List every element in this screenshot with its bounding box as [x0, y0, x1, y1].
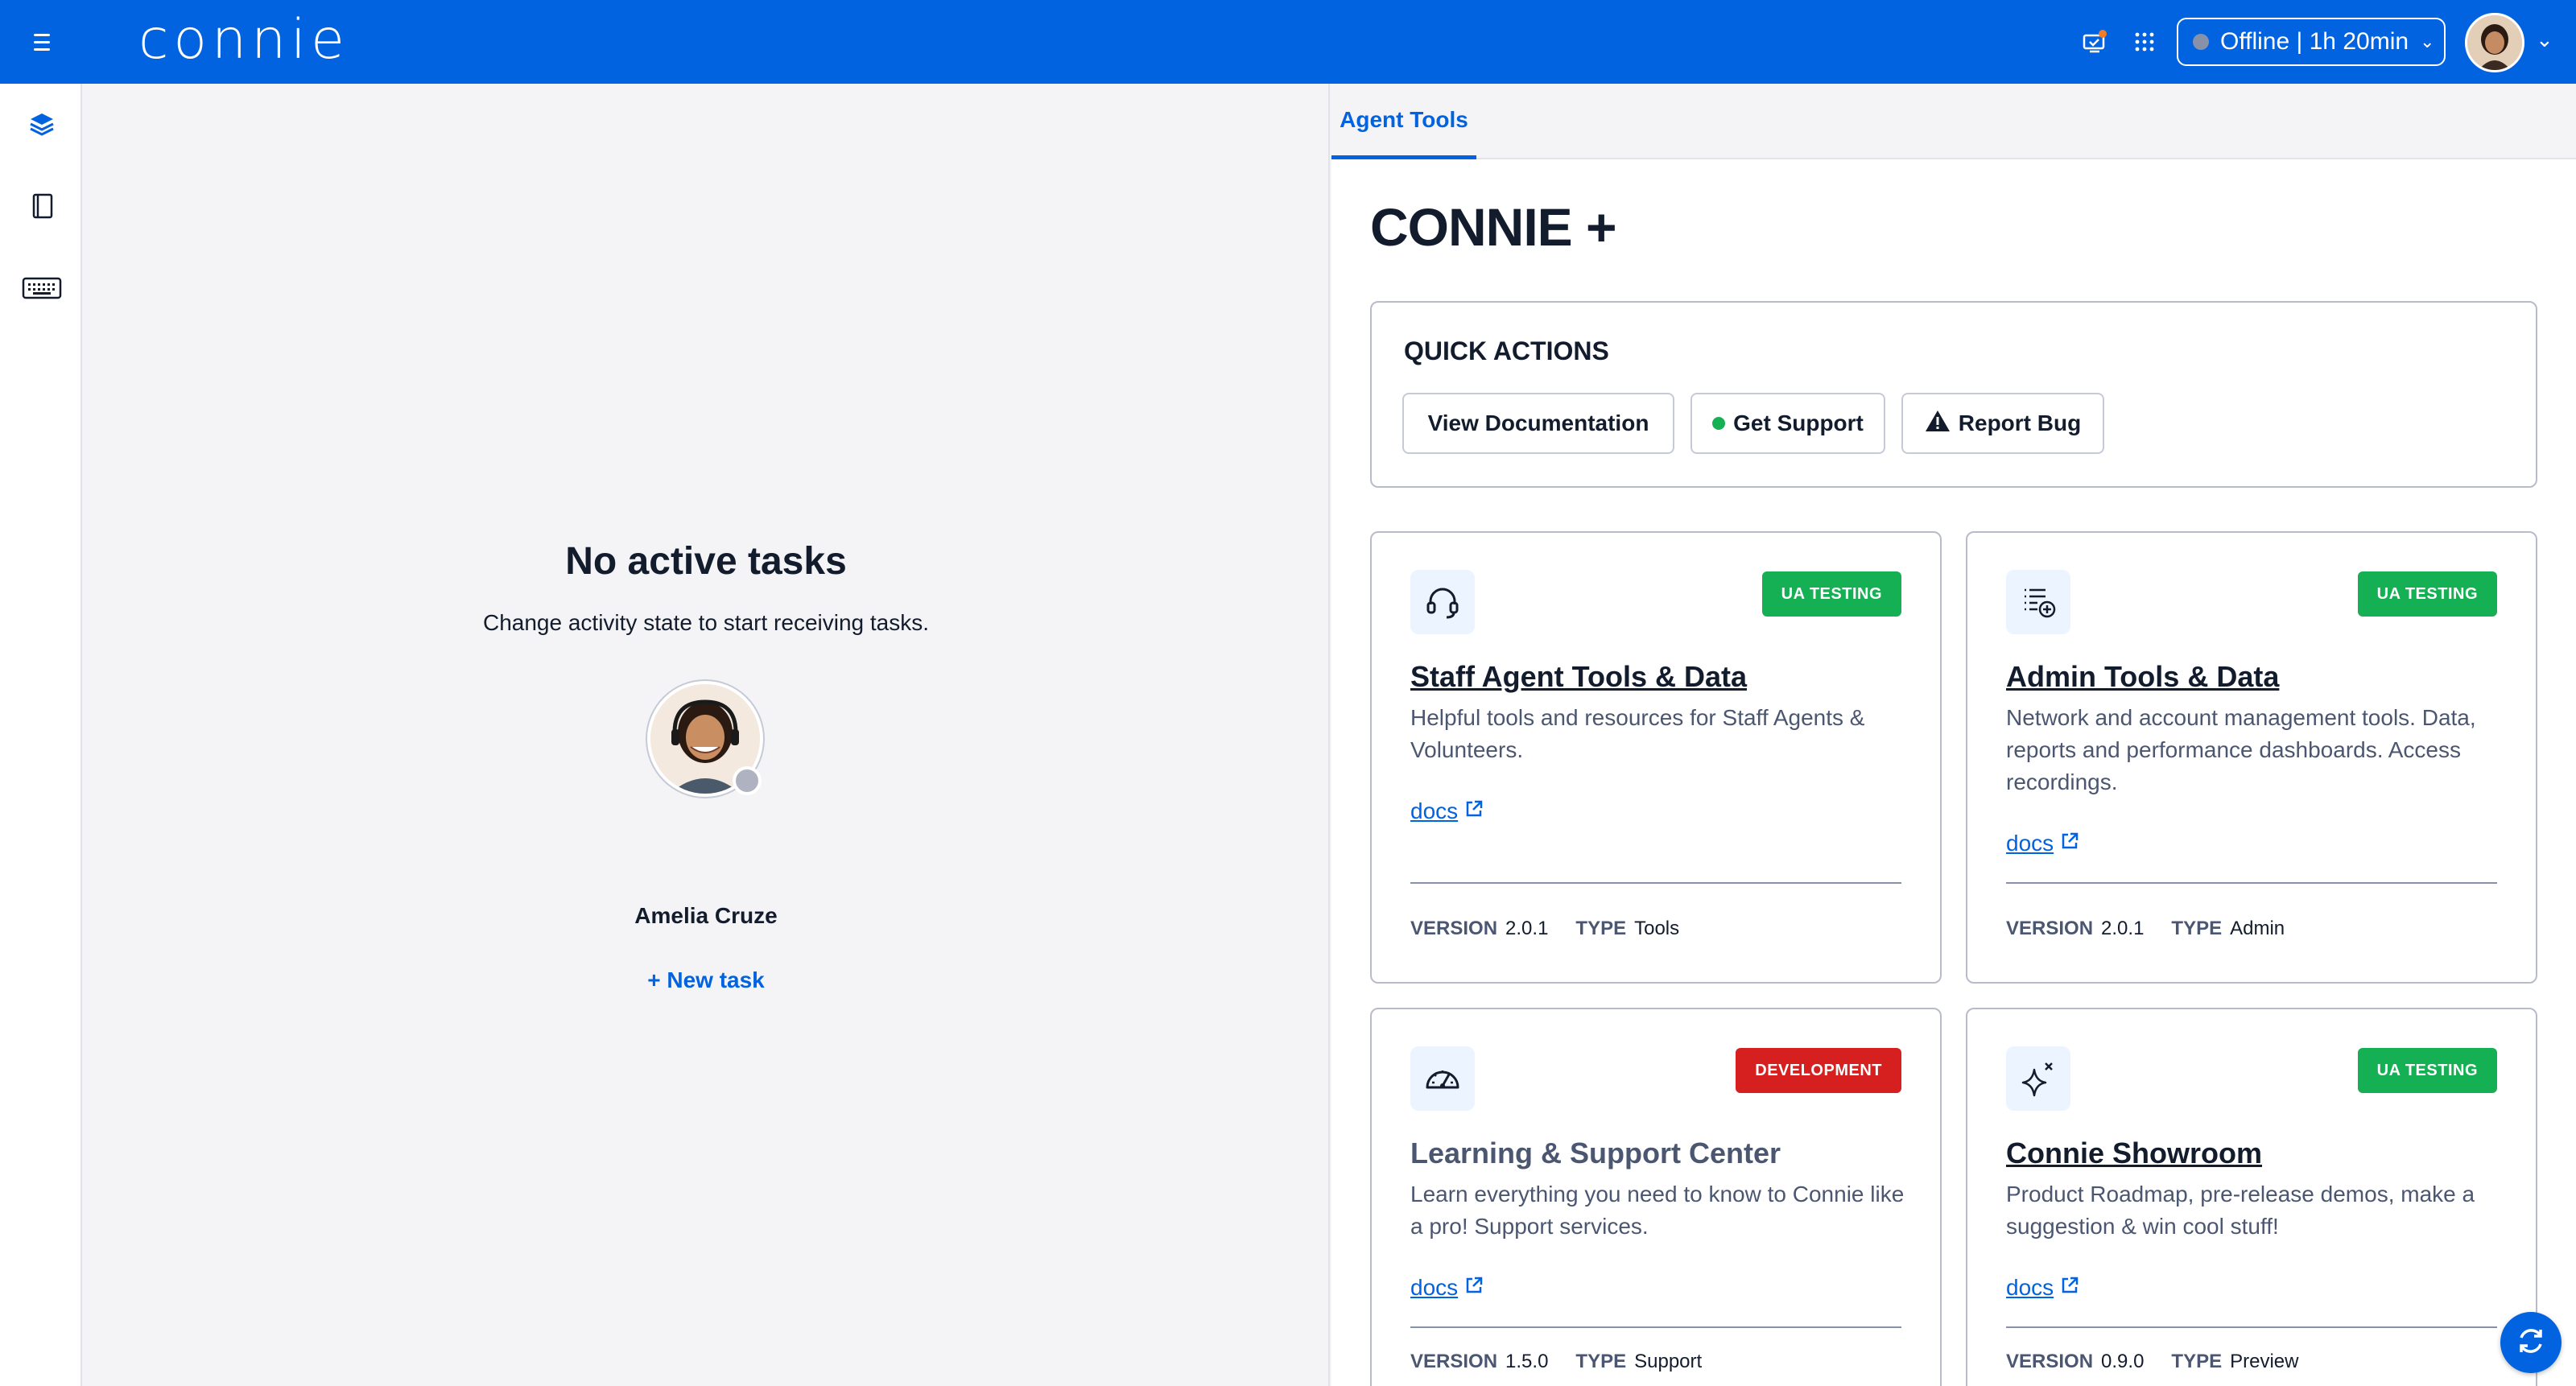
sidebar-item-notebook[interactable]	[19, 185, 64, 230]
version-value: 2.0.1	[1505, 918, 1549, 939]
quick-actions-panel: QUICK ACTIONS View Documentation Get Sup…	[1370, 301, 2537, 488]
type-label: TYPE	[2171, 1351, 2223, 1372]
divider	[2006, 1326, 2497, 1328]
account-menu-chevron-icon[interactable]: ⌄	[2536, 27, 2553, 52]
tool-card-staff-agent: UA TESTING Staff Agent Tools & Data Help…	[1370, 531, 1942, 984]
type-label: TYPE	[1575, 918, 1627, 939]
card-title-link[interactable]: Staff Agent Tools & Data	[1410, 660, 1747, 694]
layers-icon	[27, 109, 56, 142]
version-label: VERSION	[1410, 1351, 1498, 1372]
connie-logo: connie	[138, 8, 349, 72]
external-link-icon	[2060, 1275, 2079, 1301]
agent-status-dot	[733, 766, 762, 795]
apps-grid-icon[interactable]	[2127, 24, 2162, 60]
status-label: Offline | 1h 20min	[2220, 28, 2409, 55]
activity-status-dropdown[interactable]: Offline | 1h 20min ⌄	[2177, 18, 2446, 66]
version-value: 1.5.0	[1505, 1351, 1549, 1372]
version-value: 0.9.0	[2101, 1351, 2145, 1372]
sidebar-item-tasks[interactable]	[19, 103, 64, 148]
online-dot-icon	[1712, 417, 1726, 430]
card-title: Learning & Support Center	[1410, 1136, 1781, 1169]
status-badge: UA TESTING	[2357, 1048, 2497, 1093]
divider	[1410, 1326, 1901, 1328]
empty-state-subtitle: Change activity state to start receiving…	[482, 610, 930, 635]
sidebar-item-keyboard[interactable]	[19, 267, 64, 312]
top-bar: connie Offline | 1h 20min ⌄ ⌄	[0, 0, 2576, 84]
version-label: VERSION	[2006, 918, 2094, 939]
agent-tools-panel: Agent Tools CONNIE + QUICK ACTIONS View …	[1331, 84, 2576, 1386]
external-link-icon	[1464, 1275, 1484, 1301]
tab-bar: Agent Tools	[1331, 84, 2576, 159]
notification-computer-icon[interactable]	[2077, 24, 2112, 60]
external-link-icon	[1464, 798, 1484, 824]
menu-icon[interactable]	[29, 27, 55, 56]
docs-label: docs	[1410, 798, 1459, 823]
new-task-link[interactable]: + New task	[84, 967, 1328, 993]
divider	[1410, 882, 1901, 884]
docs-link[interactable]: docs	[2006, 1275, 2079, 1301]
type-value: Support	[1634, 1351, 1703, 1372]
get-support-button[interactable]: Get Support	[1690, 393, 1885, 454]
docs-label: docs	[1410, 1275, 1459, 1300]
card-meta: VERSION 2.0.1 TYPE Admin	[2006, 918, 2285, 940]
report-bug-button[interactable]: Report Bug	[1901, 393, 2104, 454]
report-bug-label: Report Bug	[1958, 410, 2082, 435]
type-value: Tools	[1634, 918, 1680, 939]
get-support-label: Get Support	[1733, 410, 1864, 435]
chevron-down-icon: ⌄	[2420, 31, 2435, 52]
notebook-icon	[27, 192, 56, 225]
sidebar	[0, 84, 82, 1386]
task-list-panel: No active tasks Change activity state to…	[84, 84, 1330, 1386]
type-value: Admin	[2230, 918, 2285, 939]
warning-icon	[1925, 409, 1951, 439]
status-badge: UA TESTING	[2357, 571, 2497, 617]
card-title-link[interactable]: Admin Tools & Data	[2006, 660, 2279, 694]
user-avatar[interactable]	[2465, 13, 2524, 72]
keyboard-icon	[22, 276, 62, 304]
agent-name: Amelia Cruze	[634, 903, 778, 928]
tool-card-learning-support: DEVELOPMENT Learning & Support Center Le…	[1370, 1008, 1942, 1386]
sync-button[interactable]	[2500, 1312, 2562, 1373]
card-description: Product Roadmap, pre-release demos, make…	[2006, 1182, 2475, 1239]
gauge-icon	[1410, 1046, 1475, 1111]
external-link-icon	[2060, 831, 2079, 856]
card-meta: VERSION 2.0.1 TYPE Tools	[1410, 918, 1679, 940]
card-meta: VERSION 0.9.0 TYPE Preview	[2006, 1351, 2298, 1373]
view-documentation-button[interactable]: View Documentation	[1402, 393, 1674, 454]
tab-agent-tools[interactable]: Agent Tools	[1331, 84, 1476, 159]
card-description: Learn everything you need to know to Con…	[1410, 1182, 1905, 1239]
card-description: Helpful tools and resources for Staff Ag…	[1410, 705, 1865, 762]
type-value: Preview	[2230, 1351, 2299, 1372]
version-label: VERSION	[1410, 918, 1498, 939]
refresh-icon	[2513, 1323, 2549, 1363]
status-badge: DEVELOPMENT	[1736, 1048, 1901, 1093]
docs-label: docs	[2006, 1275, 2054, 1300]
docs-link[interactable]: docs	[1410, 1275, 1484, 1301]
type-label: TYPE	[1575, 1351, 1627, 1372]
tool-card-admin: UA TESTING Admin Tools & Data Network an…	[1966, 531, 2537, 984]
docs-link[interactable]: docs	[1410, 798, 1484, 824]
divider	[2006, 882, 2497, 884]
version-label: VERSION	[2006, 1351, 2094, 1372]
page-title: CONNIE +	[1370, 197, 1617, 257]
status-badge: UA TESTING	[1761, 571, 1901, 617]
version-value: 2.0.1	[2101, 918, 2145, 939]
card-description: Network and account management tools. Da…	[2006, 705, 2476, 794]
status-dot	[2193, 34, 2209, 50]
empty-state-title: No active tasks	[565, 540, 847, 583]
list-add-icon	[2006, 570, 2070, 634]
docs-label: docs	[2006, 831, 2054, 856]
card-title-link[interactable]: Connie Showroom	[2006, 1136, 2262, 1170]
headset-icon	[1410, 570, 1475, 634]
docs-link[interactable]: docs	[2006, 831, 2079, 856]
quick-actions-title: QUICK ACTIONS	[1404, 336, 1609, 365]
type-label: TYPE	[2171, 918, 2223, 939]
view-documentation-label: View Documentation	[1427, 410, 1649, 435]
tool-card-connie-showroom: UA TESTING Connie Showroom Product Roadm…	[1966, 1008, 2537, 1386]
sparkle-icon	[2006, 1046, 2070, 1111]
card-meta: VERSION 1.5.0 TYPE Support	[1410, 1351, 1702, 1373]
